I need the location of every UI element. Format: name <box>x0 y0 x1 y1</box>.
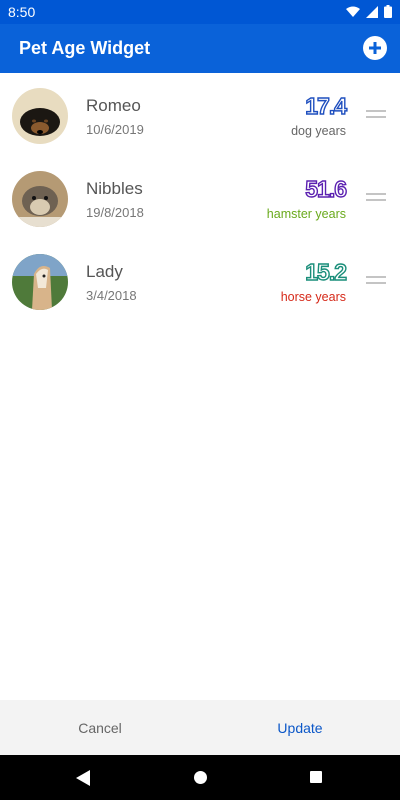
pet-birthdate: 3/4/2018 <box>86 288 137 303</box>
pet-age-value: 51.6 <box>305 175 348 202</box>
wifi-icon <box>346 6 360 17</box>
pet-age-value: 17.4 <box>305 92 348 119</box>
app-bar: Pet Age Widget <box>0 24 400 73</box>
status-time: 8:50 <box>8 4 36 20</box>
cancel-button[interactable]: Cancel <box>0 720 200 736</box>
pet-name: Nibbles <box>86 179 143 198</box>
pet-birthdate: 19/8/2018 <box>86 205 144 220</box>
pet-name: Romeo <box>86 96 141 115</box>
list-item[interactable]: Romeo 10/6/2019 17.4 dog years <box>0 73 400 156</box>
add-pet-button[interactable] <box>363 36 387 60</box>
pet-avatar-hamster <box>12 171 68 227</box>
back-icon[interactable] <box>76 770 90 786</box>
pet-birthdate: 10/6/2019 <box>86 122 144 137</box>
pet-age-unit: hamster years <box>266 207 346 221</box>
pet-age-unit: dog years <box>291 124 346 138</box>
bottom-actions: Cancel Update <box>0 700 400 755</box>
home-icon[interactable] <box>194 771 207 784</box>
pet-age-value: 15.2 <box>305 258 348 285</box>
app-title: Pet Age Widget <box>19 38 151 58</box>
status-icons <box>346 5 392 18</box>
update-button[interactable]: Update <box>200 720 400 736</box>
pet-list: Romeo 10/6/2019 17.4 dog years Nibbles 1… <box>0 73 400 322</box>
status-bar: 8:50 <box>0 0 400 24</box>
drag-handle-icon[interactable] <box>366 276 386 284</box>
recents-icon[interactable] <box>310 771 322 783</box>
pet-avatar-horse <box>12 254 68 310</box>
pet-avatar-dog <box>12 88 68 144</box>
pet-age-unit: horse years <box>280 290 346 304</box>
signal-icon <box>366 5 378 18</box>
list-item[interactable]: Lady 3/4/2018 15.2 horse years <box>0 239 400 322</box>
list-item[interactable]: Nibbles 19/8/2018 51.6 hamster years <box>0 156 400 239</box>
pet-name: Lady <box>86 262 123 281</box>
add-icon <box>369 42 381 54</box>
battery-icon <box>384 5 392 18</box>
drag-handle-icon[interactable] <box>366 110 386 118</box>
drag-handle-icon[interactable] <box>366 193 386 201</box>
navigation-bar <box>0 755 400 800</box>
